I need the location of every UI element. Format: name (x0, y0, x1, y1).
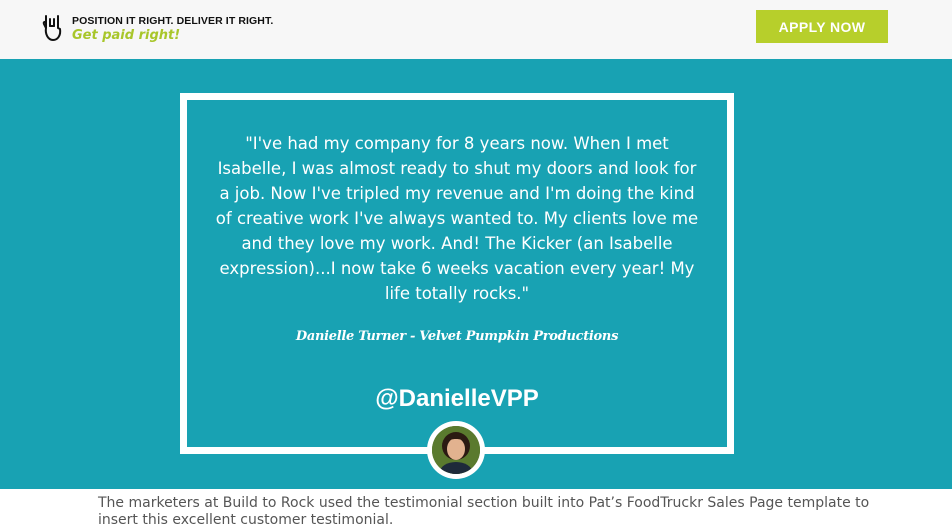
apply-now-button[interactable]: APPLY NOW (756, 10, 888, 43)
testimonial-handle[interactable]: @DanielleVPP (187, 385, 727, 413)
testimonial-box: "I've had my company for 8 years now. Wh… (180, 93, 734, 454)
person-photo-icon (432, 426, 480, 474)
site-header: POSITION IT RIGHT. DELIVER IT RIGHT. Get… (0, 0, 952, 59)
logo-slogan: Get paid right! (72, 27, 181, 43)
caption-text: The marketers at Build to Rock used the … (98, 495, 870, 528)
logo-text: POSITION IT RIGHT. DELIVER IT RIGHT. Get… (72, 14, 273, 42)
rock-hand-icon (42, 15, 62, 41)
logo-tagline: POSITION IT RIGHT. DELIVER IT RIGHT. (72, 15, 274, 27)
logo[interactable]: POSITION IT RIGHT. DELIVER IT RIGHT. Get… (42, 14, 273, 46)
avatar-photo (432, 426, 480, 474)
testimonial-quote: "I've had my company for 8 years now. Wh… (215, 134, 699, 303)
avatar (427, 421, 485, 479)
testimonial-section: "I've had my company for 8 years now. Wh… (0, 59, 952, 489)
testimonial-author: Danielle Turner - Velvet Pumpkin Product… (295, 329, 619, 344)
